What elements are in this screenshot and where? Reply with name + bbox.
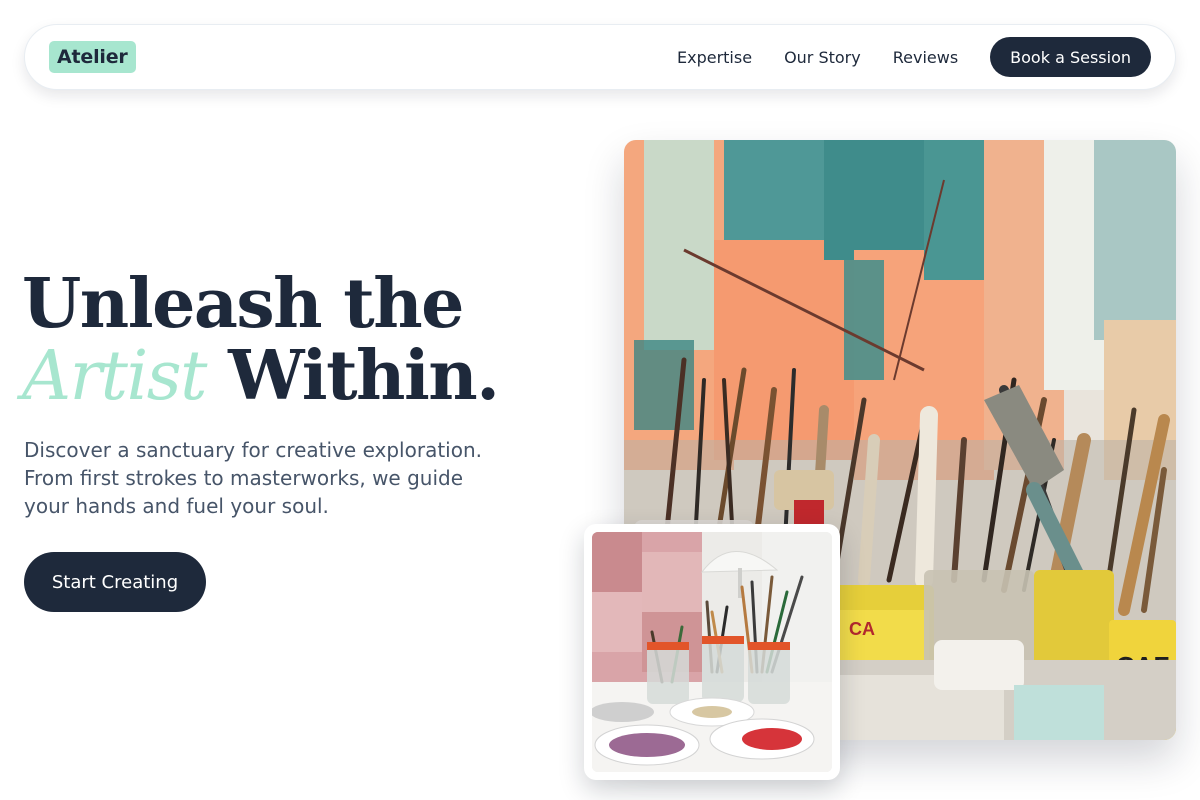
nav-link-reviews[interactable]: Reviews [893, 48, 958, 67]
top-nav: Atelier Expertise Our Story Reviews Book… [24, 24, 1176, 90]
svg-text:CA: CA [849, 619, 875, 639]
book-session-button[interactable]: Book a Session [990, 37, 1151, 77]
nav-link-our-story[interactable]: Our Story [784, 48, 861, 67]
palette-jars-photo [592, 532, 832, 772]
brand-logo[interactable]: Atelier [49, 41, 136, 73]
start-creating-button[interactable]: Start Creating [24, 552, 206, 612]
hero-headline: Unleash the Artist Within. [22, 268, 582, 413]
headline-accent-word: Artist [22, 337, 207, 416]
headline-line-2: Within. [228, 336, 500, 416]
headline-line-1: Unleash the [22, 264, 464, 344]
hero-subtitle: Discover a sanctuary for creative explor… [24, 438, 482, 518]
nav-links: Expertise Our Story Reviews Book a Sessi… [677, 37, 1151, 77]
palette-jars-photo-frame [584, 524, 840, 780]
nav-link-expertise[interactable]: Expertise [677, 48, 752, 67]
